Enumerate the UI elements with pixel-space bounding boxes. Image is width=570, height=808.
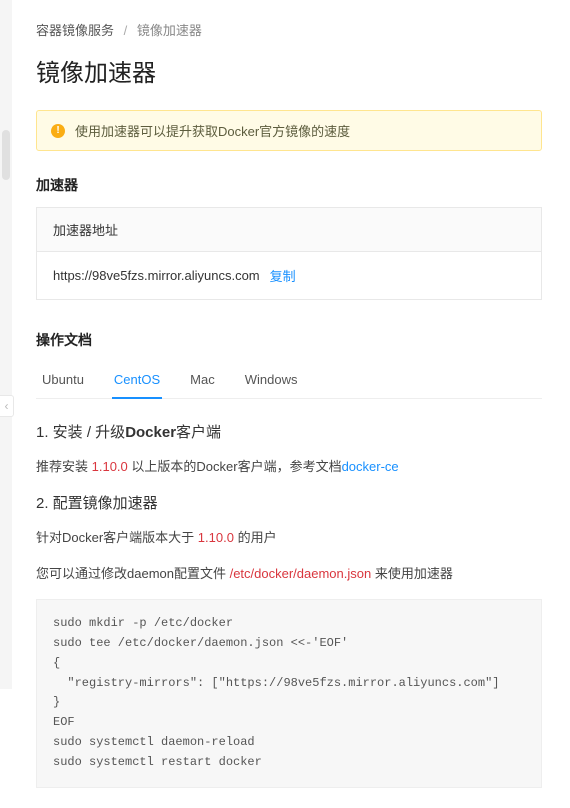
step1-heading-strong: Docker	[125, 424, 176, 441]
page-title: 镜像加速器	[36, 53, 542, 88]
step2-line2-prefix: 您可以通过修改daemon配置文件	[36, 566, 230, 581]
daemon-json-path: /etc/docker/daemon.json	[230, 566, 372, 581]
accelerator-panel-header: 加速器地址	[37, 208, 541, 252]
doc-body: 1. 安装 / 升级Docker客户端 推荐安装 1.10.0 以上版本的Doc…	[36, 421, 542, 788]
page-content: 容器镜像服务 / 镜像加速器 镜像加速器 ! 使用加速器可以提升获取Docker…	[0, 0, 570, 808]
code-block[interactable]: sudo mkdir -p /etc/docker sudo tee /etc/…	[36, 599, 542, 787]
alert-text: 使用加速器可以提升获取Docker官方镜像的速度	[75, 121, 350, 140]
step2-line1: 针对Docker客户端版本大于 1.10.0 的用户	[36, 527, 542, 549]
breadcrumb-root[interactable]: 容器镜像服务	[36, 23, 114, 38]
step1-recommend-mid: 以上版本的Docker客户端，参考文档	[128, 459, 342, 474]
step2-line1-version: 1.10.0	[198, 530, 234, 545]
docs-section-title: 操作文档	[36, 330, 542, 350]
mirror-url: https://98ve5fzs.mirror.aliyuncs.com	[53, 268, 260, 283]
tab-ubuntu[interactable]: Ubuntu	[40, 362, 86, 399]
info-icon: !	[51, 124, 65, 138]
step2-heading: 2. 配置镜像加速器	[36, 492, 542, 513]
os-tabs: Ubuntu CentOS Mac Windows	[36, 362, 542, 399]
step2-line1-suffix: 的用户	[234, 530, 277, 545]
step1-recommend-prefix: 推荐安装	[36, 459, 92, 474]
step1-recommend-version: 1.10.0	[92, 459, 128, 474]
docker-ce-link[interactable]: docker-ce	[342, 459, 399, 474]
accelerator-panel-body: https://98ve5fzs.mirror.aliyuncs.com 复制	[37, 252, 541, 299]
breadcrumb-separator: /	[124, 23, 128, 38]
accelerator-section-title: 加速器	[36, 175, 542, 195]
tab-mac[interactable]: Mac	[188, 362, 217, 399]
step1-recommend: 推荐安装 1.10.0 以上版本的Docker客户端，参考文档docker-ce	[36, 456, 542, 478]
step1-heading-suffix: 客户端	[176, 424, 221, 441]
breadcrumb-current: 镜像加速器	[137, 23, 202, 38]
accelerator-panel: 加速器地址 https://98ve5fzs.mirror.aliyuncs.c…	[36, 207, 542, 300]
step1-heading-prefix: 1. 安装 / 升级	[36, 424, 125, 441]
step2-line2: 您可以通过修改daemon配置文件 /etc/docker/daemon.jso…	[36, 563, 542, 585]
step1-heading: 1. 安装 / 升级Docker客户端	[36, 421, 542, 442]
copy-button[interactable]: 复制	[270, 266, 296, 285]
info-alert: ! 使用加速器可以提升获取Docker官方镜像的速度	[36, 110, 542, 151]
step2-line2-suffix: 来使用加速器	[371, 566, 453, 581]
tab-windows[interactable]: Windows	[243, 362, 300, 399]
tab-centos[interactable]: CentOS	[112, 362, 162, 399]
step2-line1-prefix: 针对Docker客户端版本大于	[36, 530, 198, 545]
breadcrumb: 容器镜像服务 / 镜像加速器	[36, 20, 542, 39]
